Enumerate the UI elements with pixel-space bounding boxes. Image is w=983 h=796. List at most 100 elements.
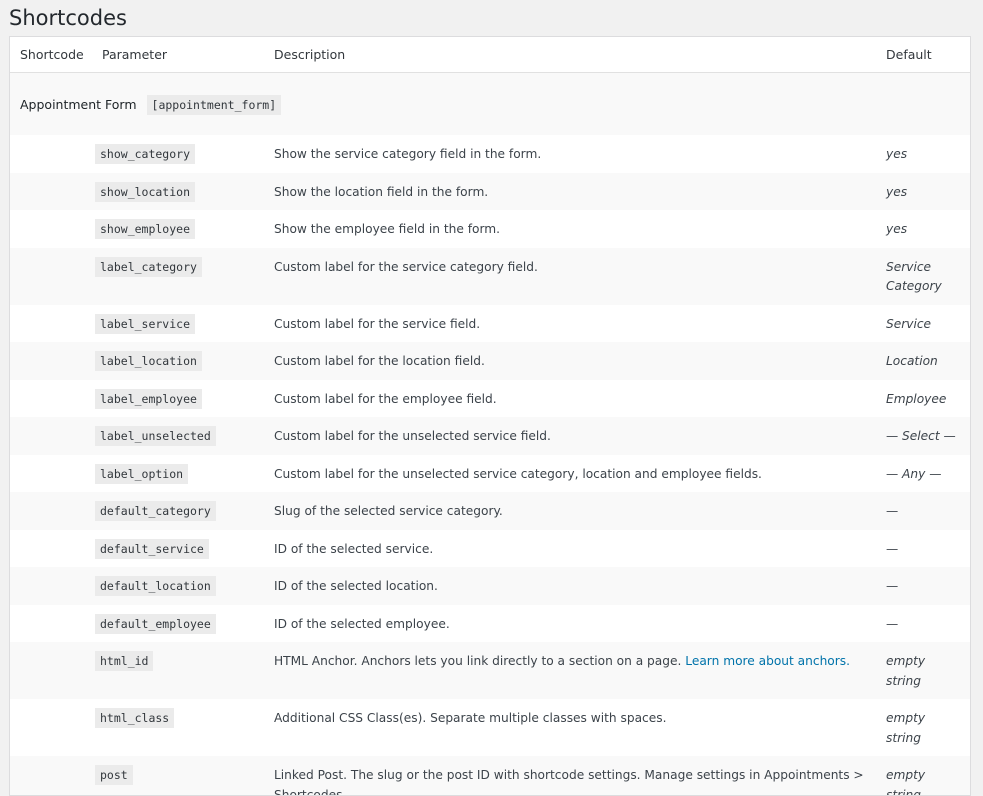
description-cell: ID of the selected service. (264, 529, 876, 567)
description-text: Show the employee field in the form. (274, 222, 500, 236)
description-cell: Show the employee field in the form. (264, 210, 876, 248)
parameter-cell: label_option (92, 454, 264, 492)
parameter-code: show_category (95, 144, 196, 164)
table-row: label_employee Custom label for the emplo… (10, 379, 970, 417)
table-row: html_id HTML Anchor. Anchors lets you lin… (10, 642, 970, 699)
section-shortcode: [appointment_form] (146, 94, 282, 115)
shortcode-cell (10, 567, 92, 605)
default-cell: — (876, 492, 970, 530)
table-row: label_unselected Custom label for the uns… (10, 417, 970, 455)
table-row: show_location Show the location field in … (10, 172, 970, 210)
parameter-code: show_employee (95, 219, 196, 239)
parameter-code: label_service (95, 313, 196, 334)
shortcode-cell (10, 210, 92, 248)
description-text: ID of the selected employee. (274, 616, 450, 631)
parameter-cell: post (92, 756, 264, 795)
shortcode-cell (10, 756, 92, 795)
parameter-cell: html_class (92, 699, 264, 756)
shortcode-cell (10, 699, 92, 756)
default-cell: — (876, 529, 970, 567)
table-row: default_service ID of the selected servic… (10, 529, 970, 567)
description-cell: Additional CSS Class(es). Separate multi… (264, 699, 876, 756)
parameter-cell: show_employee (92, 210, 264, 248)
parameter-code: post (95, 765, 133, 785)
parameter-cell: default_category (92, 492, 264, 530)
shortcode-cell (10, 379, 92, 417)
description-text: ID of the selected location. (274, 579, 438, 593)
default-cell: — (876, 604, 970, 642)
default-cell: — Any — (876, 454, 970, 492)
table-row: default_employee ID of the selected emplo… (10, 604, 970, 642)
description-text: Custom label for the employee field. (274, 391, 497, 406)
default-cell: Service (876, 304, 970, 342)
shortcode-cell (10, 454, 92, 492)
page-title: Shortcodes (9, 6, 127, 30)
parameter-code: html_id (95, 651, 154, 671)
parameter-cell: label_unselected (92, 417, 264, 455)
default-cell: empty string (876, 699, 970, 756)
description-text: ID of the selected service. (274, 541, 434, 556)
section-name: Appointment Form (20, 96, 137, 112)
parameter-cell: default_employee (92, 604, 264, 642)
parameter-cell: default_service (92, 529, 264, 567)
shortcode-cell (10, 247, 92, 305)
parameter-code: label_location (95, 351, 202, 371)
description-cell: Custom label for the location field. (264, 342, 876, 380)
default-cell: yes (876, 210, 970, 248)
parameter-cell: show_category (92, 135, 264, 173)
description-text: Custom label for the unselected service … (274, 466, 762, 481)
table-row: label_category Custom label for the servi… (10, 247, 970, 305)
learn-more-anchors-link[interactable]: Learn more about anchors. (685, 654, 850, 668)
description-cell: Custom label for the unselected service … (264, 454, 876, 492)
shortcode-cell (10, 529, 92, 567)
table-row: label_service Custom label for the servic… (10, 304, 970, 342)
parameter-cell: label_employee (92, 379, 264, 417)
shortcode-cell (10, 604, 92, 642)
table-row: post Linked Post. The slug or the post ID… (10, 756, 970, 796)
parameter-code: default_service (95, 538, 209, 559)
table-row: label_location Custom label for the locat… (10, 342, 970, 380)
shortcode-cell (10, 642, 92, 699)
shortcode-cell (10, 304, 92, 342)
description-text: Show the location field in the form. (274, 184, 489, 199)
description-text: Custom label for the unselected service … (274, 429, 551, 443)
parameter-code: default_location (95, 576, 216, 596)
parameter-cell: html_id (92, 642, 264, 699)
description-cell: ID of the selected employee. (264, 604, 876, 642)
shortcodes-table: Shortcode Parameter Description Default … (10, 37, 970, 796)
description-cell: HTML Anchor. Anchors lets you link direc… (264, 642, 876, 699)
default-cell: — (876, 567, 970, 605)
description-cell: ID of the selected location. (264, 567, 876, 605)
shortcode-cell (10, 417, 92, 455)
description-cell: Custom label for the service field. (264, 304, 876, 342)
table-row: show_employee Show the employee field in … (10, 210, 970, 248)
default-cell: empty string (876, 756, 970, 795)
parameter-cell: label_service (92, 304, 264, 342)
parameter-code: html_class (95, 708, 175, 728)
table-row: default_location ID of the selected locat… (10, 567, 970, 605)
description-text: Custom label for the service field. (274, 316, 481, 331)
description-text: Show the service category field in the f… (274, 147, 542, 161)
shortcode-cell (10, 135, 92, 173)
table-row: default_category Slug of the selected ser… (10, 492, 970, 530)
description-cell: Custom label for the unselected service … (264, 417, 876, 455)
parameter-cell: show_location (92, 172, 264, 210)
header-description: Description (264, 37, 876, 73)
parameter-code: label_category (95, 256, 202, 277)
description-text: Linked Post. The slug or the post ID wit… (274, 768, 864, 796)
description-text: Additional CSS Class(es). Separate multi… (274, 711, 667, 725)
default-cell: — Select — (876, 417, 970, 455)
parameter-cell: label_location (92, 342, 264, 380)
parameter-code: show_location (95, 181, 196, 202)
table-row: label_option Custom label for the unselec… (10, 454, 970, 492)
shortcode-cell (10, 492, 92, 530)
table-row: show_category Show the service category f… (10, 135, 970, 173)
table-row: html_class Additional CSS Class(es). Sepa… (10, 699, 970, 756)
description-text: Slug of the selected service category. (274, 504, 503, 518)
description-text: HTML Anchor. Anchors lets you link direc… (274, 654, 682, 668)
description-cell: Custom label for the employee field. (264, 379, 876, 417)
table-header-row: Shortcode Parameter Description Default (10, 37, 970, 73)
default-cell: yes (876, 135, 970, 173)
description-cell: Linked Post. The slug or the post ID wit… (264, 756, 876, 796)
parameter-code: default_category (95, 501, 216, 521)
